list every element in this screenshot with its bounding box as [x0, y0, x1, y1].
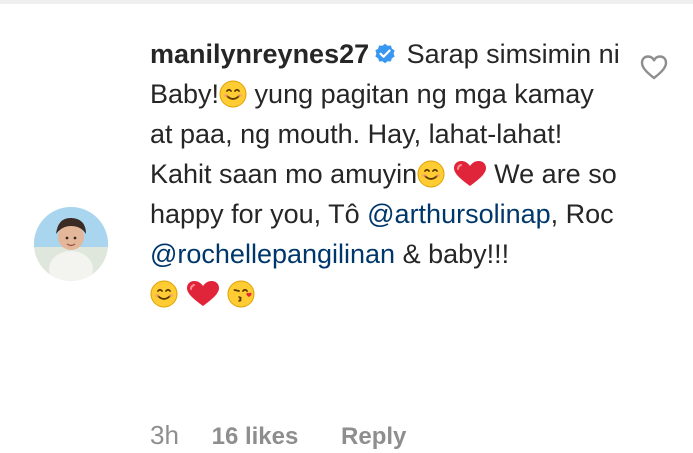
avatar-image: [34, 207, 108, 281]
reply-button[interactable]: Reply: [341, 423, 406, 450]
comment-frame: manilynreynes27 Sarap simsimin ni Baby! …: [0, 0, 693, 453]
smiling-face-emoji-icon: [417, 160, 445, 188]
verified-badge-icon: [375, 43, 395, 64]
like-heart-icon[interactable]: [640, 54, 668, 80]
mention-link[interactable]: @arthursolinap: [367, 199, 551, 229]
comment-text: manilynreynes27 Sarap simsimin ni Baby! …: [150, 34, 620, 314]
smiling-face-emoji-icon: [219, 80, 247, 108]
smiling-face-emoji-icon: [150, 280, 178, 308]
avatar[interactable]: [34, 207, 108, 281]
comment-meta: 3h 16 likes Reply: [150, 420, 406, 451]
comment-text-segment: , Roc: [550, 199, 614, 229]
red-heart-emoji-icon: [186, 281, 219, 306]
likes-count-button[interactable]: 16 likes: [212, 423, 299, 450]
red-heart-emoji-icon: [453, 161, 486, 186]
top-divider: [0, 0, 693, 4]
face-blowing-kiss-emoji-icon: [227, 280, 255, 308]
mention-link[interactable]: @rochellepangilinan: [150, 239, 395, 269]
comment-text-segment: & baby!!!: [395, 239, 510, 269]
comment-timestamp[interactable]: 3h: [150, 420, 179, 450]
comment-username[interactable]: manilynreynes27: [150, 39, 369, 69]
